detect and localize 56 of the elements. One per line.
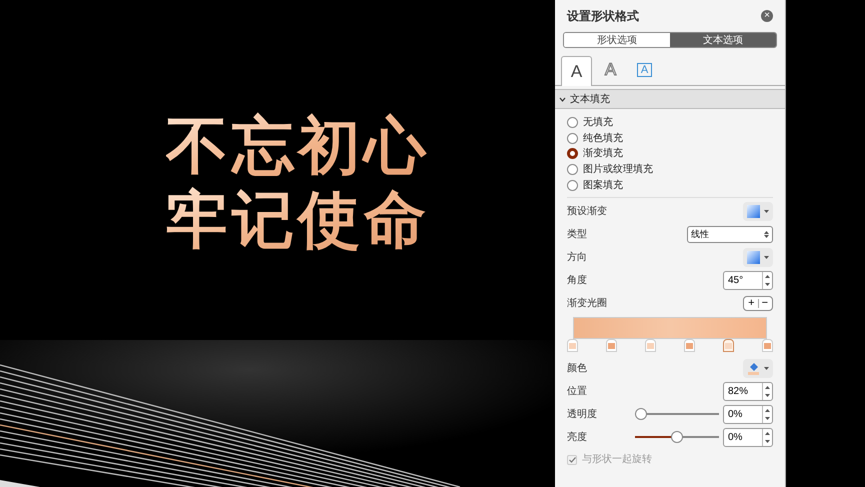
gradient-stop[interactable] [645,338,656,352]
gradient-stop[interactable] [684,338,695,352]
fill-radio[interactable]: 纯色填充 [567,130,773,146]
gradient-stop[interactable] [567,338,578,352]
up-arrow-icon [765,274,770,278]
direction-label: 方向 [567,250,587,265]
remove-stop-button[interactable]: − [762,295,768,312]
dropdown-arrow-icon [764,210,769,213]
preset-gradient-button[interactable] [743,202,773,221]
up-arrow-icon [764,230,769,234]
transparency-slider[interactable] [635,408,719,420]
brightness-slider[interactable] [635,431,719,444]
up-arrow-icon [765,386,770,389]
gradient-swatch-icon [747,250,760,264]
down-arrow-icon [765,440,770,444]
fill-radio[interactable]: 图片或纹理填充 [567,162,773,178]
type-label: 类型 [567,228,587,242]
preset-label: 预设渐变 [567,204,607,219]
type-select[interactable]: 线性 [687,226,773,243]
dropdown-arrow-icon [764,366,769,370]
checkmark-icon [568,456,576,463]
dropdown-arrow-icon [764,256,769,259]
chevron-icon [559,96,566,102]
angle-label: 角度 [567,274,587,288]
transparency-field[interactable]: 0% [723,404,773,424]
panel-title: 设置形状格式 [567,8,639,24]
position-label: 位置 [567,384,587,399]
fill-radio[interactable]: 图案填充 [567,177,773,193]
transparency-label: 透明度 [567,408,597,422]
section-header[interactable]: 文本填充 [555,89,785,109]
gradient-stop[interactable] [762,338,773,352]
gradient-stop[interactable] [723,338,734,352]
brightness-field[interactable]: 0% [723,428,773,447]
text-style-tab[interactable]: A [561,56,592,86]
down-arrow-icon [765,417,770,420]
down-arrow-icon [765,283,770,286]
stops-label: 渐变光圈 [567,296,607,311]
up-arrow-icon [765,408,770,412]
down-arrow-icon [764,234,769,238]
segment-tab[interactable]: 形状选项 [564,33,670,47]
close-button[interactable]: × [761,10,773,22]
add-stop-button[interactable]: + [748,295,755,312]
angle-field[interactable]: 45° [723,270,773,290]
segment-tab[interactable]: 文本选项 [670,33,776,47]
brightness-label: 亮度 [567,430,587,445]
position-field[interactable]: 82% [723,382,773,401]
gradient-stop[interactable] [606,338,617,352]
up-arrow-icon [765,432,770,435]
fill-radio[interactable]: 无填充 [567,115,773,131]
color-label: 颜色 [567,362,587,376]
color-button[interactable] [743,358,773,378]
down-arrow-icon [765,394,770,398]
gradient-swatch-icon [747,204,760,218]
section-title: 文本填充 [570,92,610,106]
fill-radio[interactable]: 渐变填充 [567,146,773,162]
direction-button[interactable] [743,248,773,267]
